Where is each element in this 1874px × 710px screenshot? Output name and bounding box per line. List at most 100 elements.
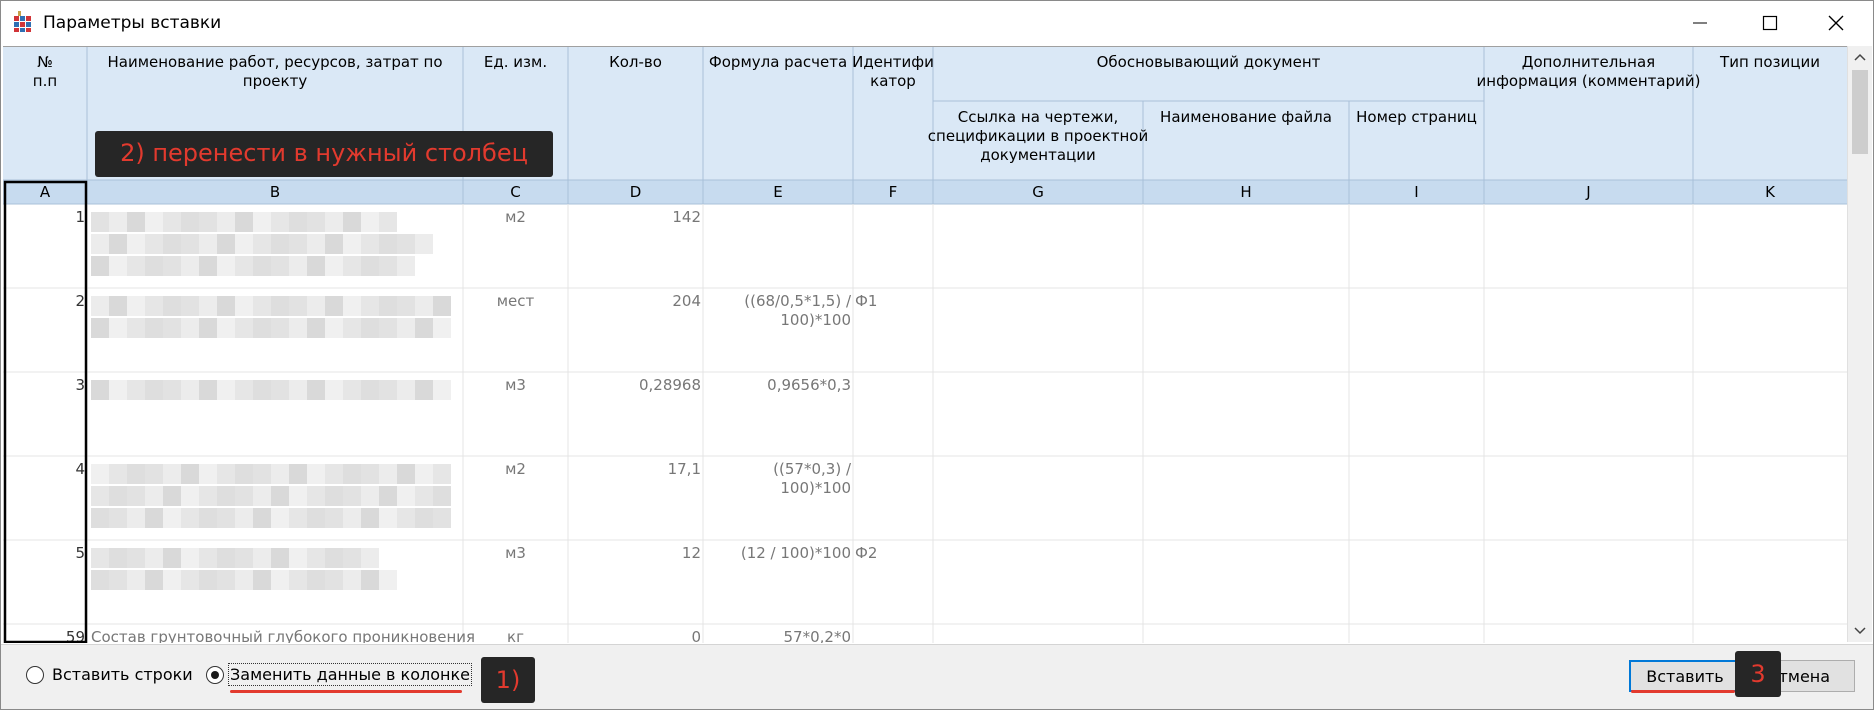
redacted-block [271,380,289,400]
redacted-block [361,508,379,528]
redacted-block [343,212,361,232]
redacted-block [271,548,289,568]
redacted-block [109,318,127,338]
annotation-underline-insert [1631,690,1735,693]
redacted-block [325,234,343,254]
redacted-block [127,548,145,568]
column-letter-K: K [1765,183,1776,201]
column-header-J: информация (комментарий) [1477,72,1701,90]
redacted-block [109,296,127,316]
redacted-block [307,318,325,338]
minimize-icon [1693,22,1707,24]
scroll-down-icon[interactable] [1848,618,1872,642]
redacted-block [127,318,145,338]
redacted-block [397,486,415,506]
row-formula: 0,9656*0,3 [767,376,851,394]
scroll-thumb[interactable] [1852,70,1868,154]
redacted-block [91,570,109,590]
column-letter-G: G [1032,183,1044,201]
redacted-block [109,234,127,254]
redacted-block [91,486,109,506]
redacted-block [235,464,253,484]
data-grid[interactable]: Обосновывающий документ № п.п A Наименование… [3,46,1847,643]
column-header-G: документации [980,146,1095,164]
insert-button[interactable]: Вставить [1629,660,1741,692]
minimize-button[interactable] [1665,1,1735,45]
replace-data-radio[interactable] [206,666,224,684]
column-header-I: Номер страниц [1356,108,1477,126]
redacted-block [343,486,361,506]
redacted-block [289,464,307,484]
redacted-block [91,508,109,528]
redacted-block [325,318,343,338]
redacted-block [433,508,451,528]
row-quantity: 0 [691,628,701,643]
column-header-G: Ссылка на чертежи, [958,108,1119,126]
redacted-block [415,380,433,400]
redacted-block [145,318,163,338]
redacted-block [145,380,163,400]
redacted-block [109,212,127,232]
redacted-block [163,570,181,590]
redacted-block [199,464,217,484]
row-number: 4 [75,460,85,478]
redacted-block [145,296,163,316]
redacted-block [109,380,127,400]
column-letter-E: E [773,183,782,201]
column-header-F: Идентифи [852,53,934,71]
redacted-block [199,212,217,232]
redacted-block [145,548,163,568]
redacted-block [325,256,343,276]
column-header-A: п.п [33,72,57,90]
row-identifier: Ф2 [855,544,877,562]
column-letter-I: I [1414,183,1418,201]
redacted-block [415,234,433,254]
redacted-block [343,548,361,568]
redacted-block [217,212,235,232]
redacted-block [361,212,379,232]
row-formula: (12 / 100)*100 [741,544,851,562]
insert-rows-label[interactable]: Вставить строки [52,665,193,684]
redacted-block [109,464,127,484]
redacted-block [397,234,415,254]
row-unit: мест [497,292,535,310]
redacted-block [181,464,199,484]
close-icon [1828,15,1844,31]
row-unit: кг [507,628,524,643]
redacted-block [397,464,415,484]
redacted-block [271,486,289,506]
redacted-block [109,256,127,276]
redacted-block [433,380,451,400]
maximize-button[interactable] [1735,1,1805,45]
redacted-block [235,570,253,590]
redacted-block [361,256,379,276]
redacted-block [199,256,217,276]
row-formula: 100)*100 [780,311,851,329]
redacted-block [181,486,199,506]
column-header-G: спецификации в проектной [928,127,1148,145]
redacted-block [397,296,415,316]
redacted-block [235,380,253,400]
redacted-block [217,234,235,254]
row-formula: 57*0,2*0 [784,628,852,643]
redacted-block [289,212,307,232]
column-letter-H: H [1240,183,1251,201]
redacted-block [379,296,397,316]
redacted-block [199,318,217,338]
redacted-block [109,570,127,590]
replace-data-label[interactable]: Заменить данные в колонке [228,663,472,686]
column-header-D: Кол-во [609,53,662,71]
redacted-block [127,464,145,484]
redacted-block [253,508,271,528]
scroll-up-icon[interactable] [1848,46,1872,70]
redacted-block [325,464,343,484]
insert-rows-radio[interactable] [26,666,44,684]
redacted-block [163,548,181,568]
redacted-block [109,548,127,568]
redacted-block [91,464,109,484]
redacted-block [127,234,145,254]
vertical-scrollbar[interactable] [1847,46,1872,642]
redacted-block [379,212,397,232]
window-title: Параметры вставки [43,13,222,33]
close-button[interactable] [1801,1,1871,45]
